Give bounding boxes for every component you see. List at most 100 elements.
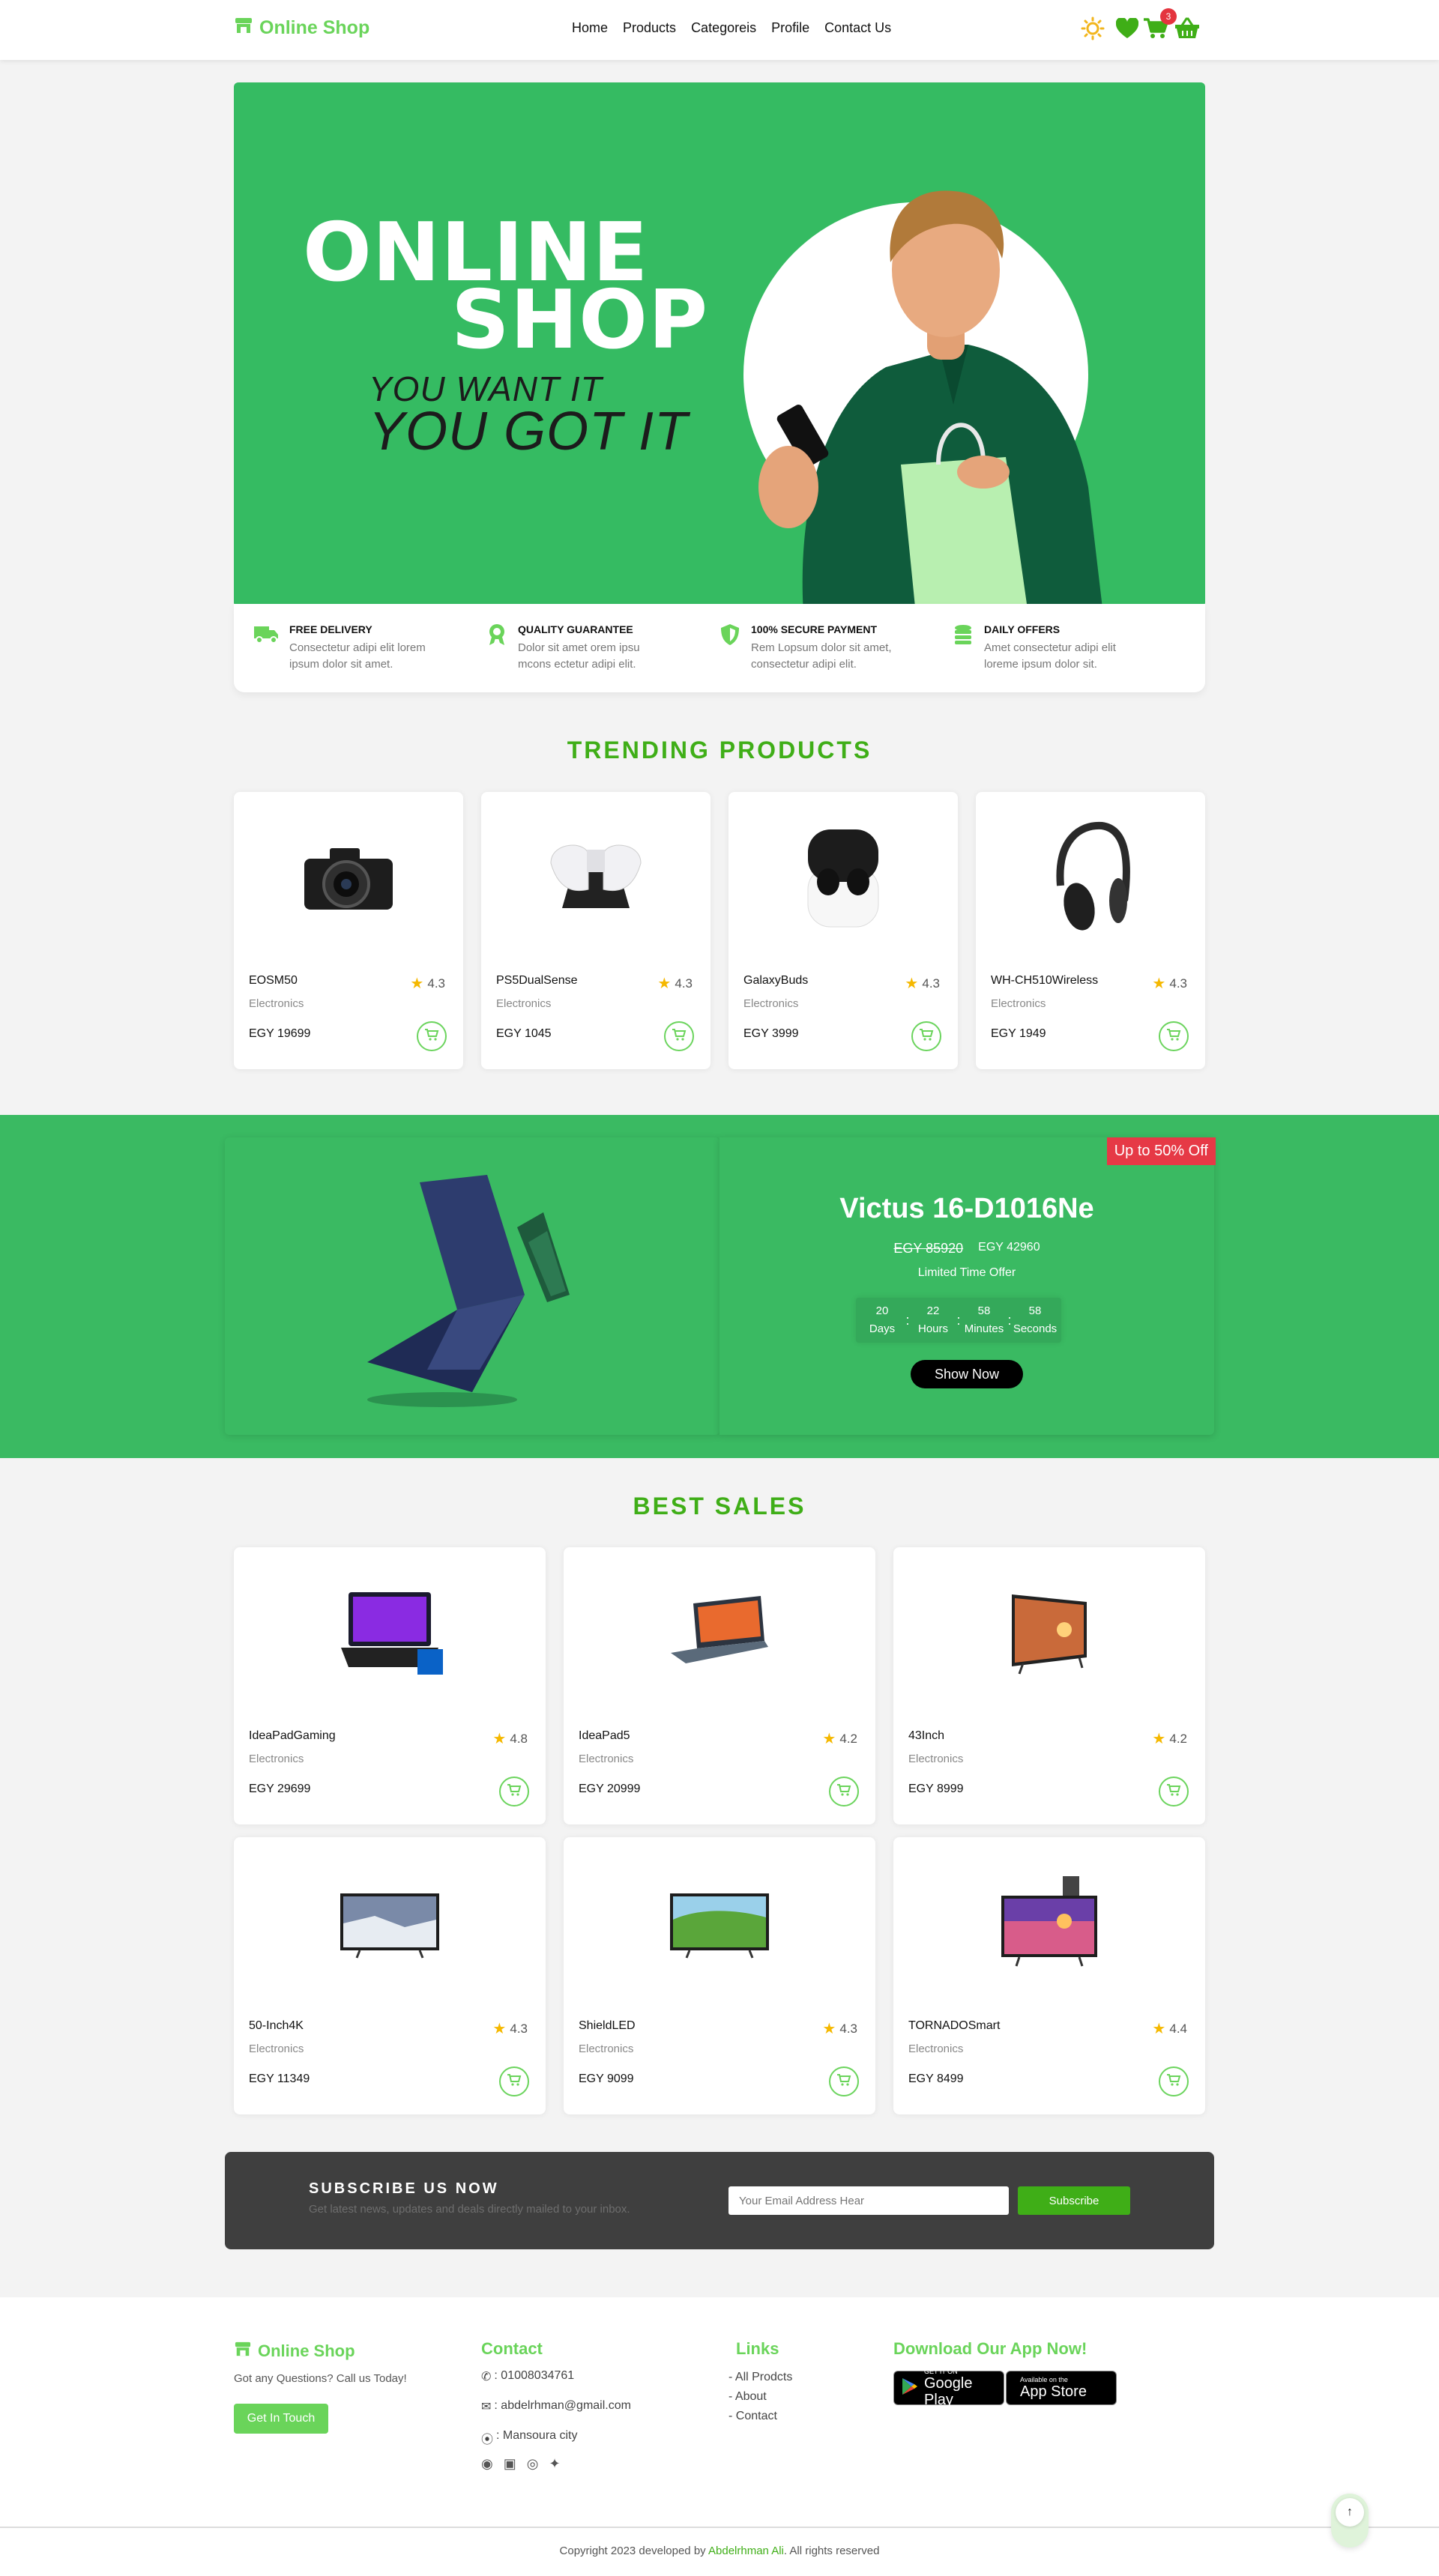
product-card[interactable]: WH-CH510Wireless ★ 4.3 Electronics EGY 19… [976, 792, 1205, 1069]
product-card[interactable]: 43Inch ★ 4.2 Electronics EGY 8999 [893, 1547, 1205, 1824]
cart-icon [919, 1028, 934, 1045]
add-to-cart-button[interactable] [829, 1777, 859, 1806]
product-price: EGY 9099 [579, 2072, 634, 2085]
add-to-cart-button[interactable] [1159, 1777, 1189, 1806]
subscribe-button[interactable]: Subscribe [1018, 2186, 1130, 2215]
rating-value: 4.3 [1169, 976, 1187, 991]
product-name: EOSM50 [249, 974, 298, 987]
instagram-icon[interactable]: ◎ [527, 2456, 539, 2472]
product-rating: ★ 4.3 [492, 2019, 528, 2038]
rating-value: 4.8 [510, 1731, 528, 1746]
map-pin-icon: ⦿ [481, 2434, 494, 2446]
show-now-button[interactable]: Show Now [911, 1360, 1023, 1388]
star-icon: ★ [492, 1731, 507, 1747]
product-card[interactable]: PS5DualSense ★ 4.3 Electronics EGY 1045 [481, 792, 711, 1069]
contact-address: ⦿: Mansoura city [481, 2429, 578, 2446]
wishlist-heart-icon[interactable] [1114, 15, 1141, 42]
product-category: Electronics [249, 997, 304, 1010]
get-in-touch-button[interactable]: Get In Touch [234, 2404, 328, 2434]
product-card[interactable]: ShieldLED ★ 4.3 Electronics EGY 9099 [564, 1837, 875, 2114]
scroll-top-button[interactable]: ↑ [1331, 2494, 1369, 2548]
add-to-cart-button[interactable] [417, 1021, 447, 1051]
offer-label: Limited Time Offer [917, 1266, 1016, 1279]
site-header: Online Shop Home Products Categoreis Pro… [0, 0, 1439, 60]
product-name: GalaxyBuds [743, 974, 809, 987]
rating-value: 4.3 [427, 976, 445, 991]
product-price: EGY 11349 [249, 2072, 310, 2085]
product-rating: ★ 4.3 [410, 974, 445, 993]
footer-link-about[interactable]: - About [728, 2390, 767, 2404]
email-input[interactable] [728, 2186, 1009, 2215]
cart-icon[interactable]: 3 [1142, 8, 1177, 42]
rating-value: 4.2 [839, 1731, 857, 1746]
add-to-cart-button[interactable] [499, 1777, 529, 1806]
feature-title: 100% SECURE PAYMENT [751, 623, 878, 635]
nav-contact[interactable]: Contact Us [824, 20, 891, 36]
camera-image [234, 792, 463, 964]
feature-item: FREE DELIVERY Consectetur adipi elit lore… [253, 623, 486, 673]
hero-model-image [743, 190, 1102, 607]
product-price: EGY 8999 [908, 1783, 964, 1795]
product-card[interactable]: 50-Inch4K ★ 4.3 Electronics EGY 11349 [234, 1837, 546, 2114]
google-play-icon [902, 2377, 918, 2399]
product-card[interactable]: IdeaPadGaming ★ 4.8 Electronics EGY 29699 [234, 1547, 546, 1824]
feature-title: QUALITY GUARANTEE [518, 623, 633, 635]
star-icon: ★ [410, 976, 424, 992]
add-to-cart-button[interactable] [1159, 2066, 1189, 2096]
footer-link-contact[interactable]: - Contact [728, 2410, 777, 2423]
star-icon: ★ [1152, 1731, 1166, 1747]
footer-brand: Online Shop [258, 2341, 355, 2360]
rating-value: 4.4 [1169, 2021, 1187, 2036]
contact-email[interactable]: ✉: abdelrhman@gmail.com [481, 2399, 631, 2414]
offer-details-panel: Up to 50% Off Victus 16-D1016Ne EGY 8592… [720, 1137, 1216, 1435]
nav-categories[interactable]: Categoreis [691, 20, 756, 36]
new-price: EGY 42960 [978, 1241, 1040, 1254]
product-name: 43Inch [908, 1729, 945, 1742]
offer-image-panel [225, 1137, 720, 1435]
google-play-button[interactable]: GET IT ON Google Play [893, 2368, 1004, 2408]
offer-section: Up to 50% Off Victus 16-D1016Ne EGY 8592… [0, 1115, 1439, 1458]
theme-toggle-sun-icon[interactable] [1079, 15, 1106, 42]
product-rating: ★ 4.3 [905, 974, 940, 993]
github-icon[interactable]: ◉ [481, 2456, 493, 2472]
linkedin-icon[interactable]: ▣ [504, 2456, 516, 2472]
store-icon [234, 2341, 252, 2362]
twitter-icon[interactable]: ✦ [549, 2456, 560, 2472]
footer-divider [0, 2527, 1439, 2528]
hero-title-line2: SHOP [451, 273, 709, 367]
app-store-button[interactable]: Available on the App Store [1006, 2371, 1117, 2405]
product-rating: ★ 4.8 [492, 1729, 528, 1748]
countdown-days: 20 Days [869, 1304, 896, 1335]
footer-logo[interactable]: Online Shop [234, 2341, 355, 2362]
add-to-cart-button[interactable] [829, 2066, 859, 2096]
cart-icon [1166, 1028, 1181, 1045]
feature-text: Dolor sit amet orem ipsu mcons ectetur a… [518, 641, 640, 671]
add-to-cart-button[interactable] [1159, 1021, 1189, 1051]
add-to-cart-button[interactable] [499, 2066, 529, 2096]
nav-profile[interactable]: Profile [771, 20, 809, 36]
product-card[interactable]: TORNADOSmart ★ 4.4 Electronics EGY 8499 [893, 1837, 1205, 2114]
basket-icon[interactable] [1174, 15, 1201, 42]
countdown-seconds: 58 Seconds [1013, 1304, 1058, 1335]
add-to-cart-button[interactable] [664, 1021, 694, 1051]
site-footer: Online Shop Got any Questions? Call us T… [0, 2297, 1439, 2576]
product-category: Electronics [496, 997, 552, 1010]
product-category: Electronics [249, 1753, 304, 1765]
best-sales-title: BEST SALES [633, 1493, 806, 1520]
header-logo[interactable]: Online Shop [234, 16, 369, 40]
product-card[interactable]: IdeaPad5 ★ 4.2 Electronics EGY 20999 [564, 1547, 875, 1824]
product-card[interactable]: EOSM50 ★ 4.3 Electronics EGY 19699 [234, 792, 463, 1069]
product-card[interactable]: GalaxyBuds ★ 4.3 Electronics EGY 3999 [728, 792, 958, 1069]
tv-image [893, 1547, 1205, 1720]
feature-text: Consectetur adipi elit lorem ipsum dolor… [289, 641, 426, 671]
add-to-cart-button[interactable] [911, 1021, 941, 1051]
nav-products[interactable]: Products [623, 20, 676, 36]
nav-home[interactable]: Home [572, 20, 608, 36]
award-icon [486, 623, 507, 673]
tv-image [893, 1837, 1205, 2010]
author-link[interactable]: Abdelrhman Ali [708, 2545, 784, 2557]
star-icon: ★ [905, 976, 919, 992]
footer-link-all-products[interactable]: - All Prodcts [728, 2371, 792, 2384]
product-price: EGY 3999 [743, 1027, 799, 1040]
product-category: Electronics [908, 1753, 964, 1765]
